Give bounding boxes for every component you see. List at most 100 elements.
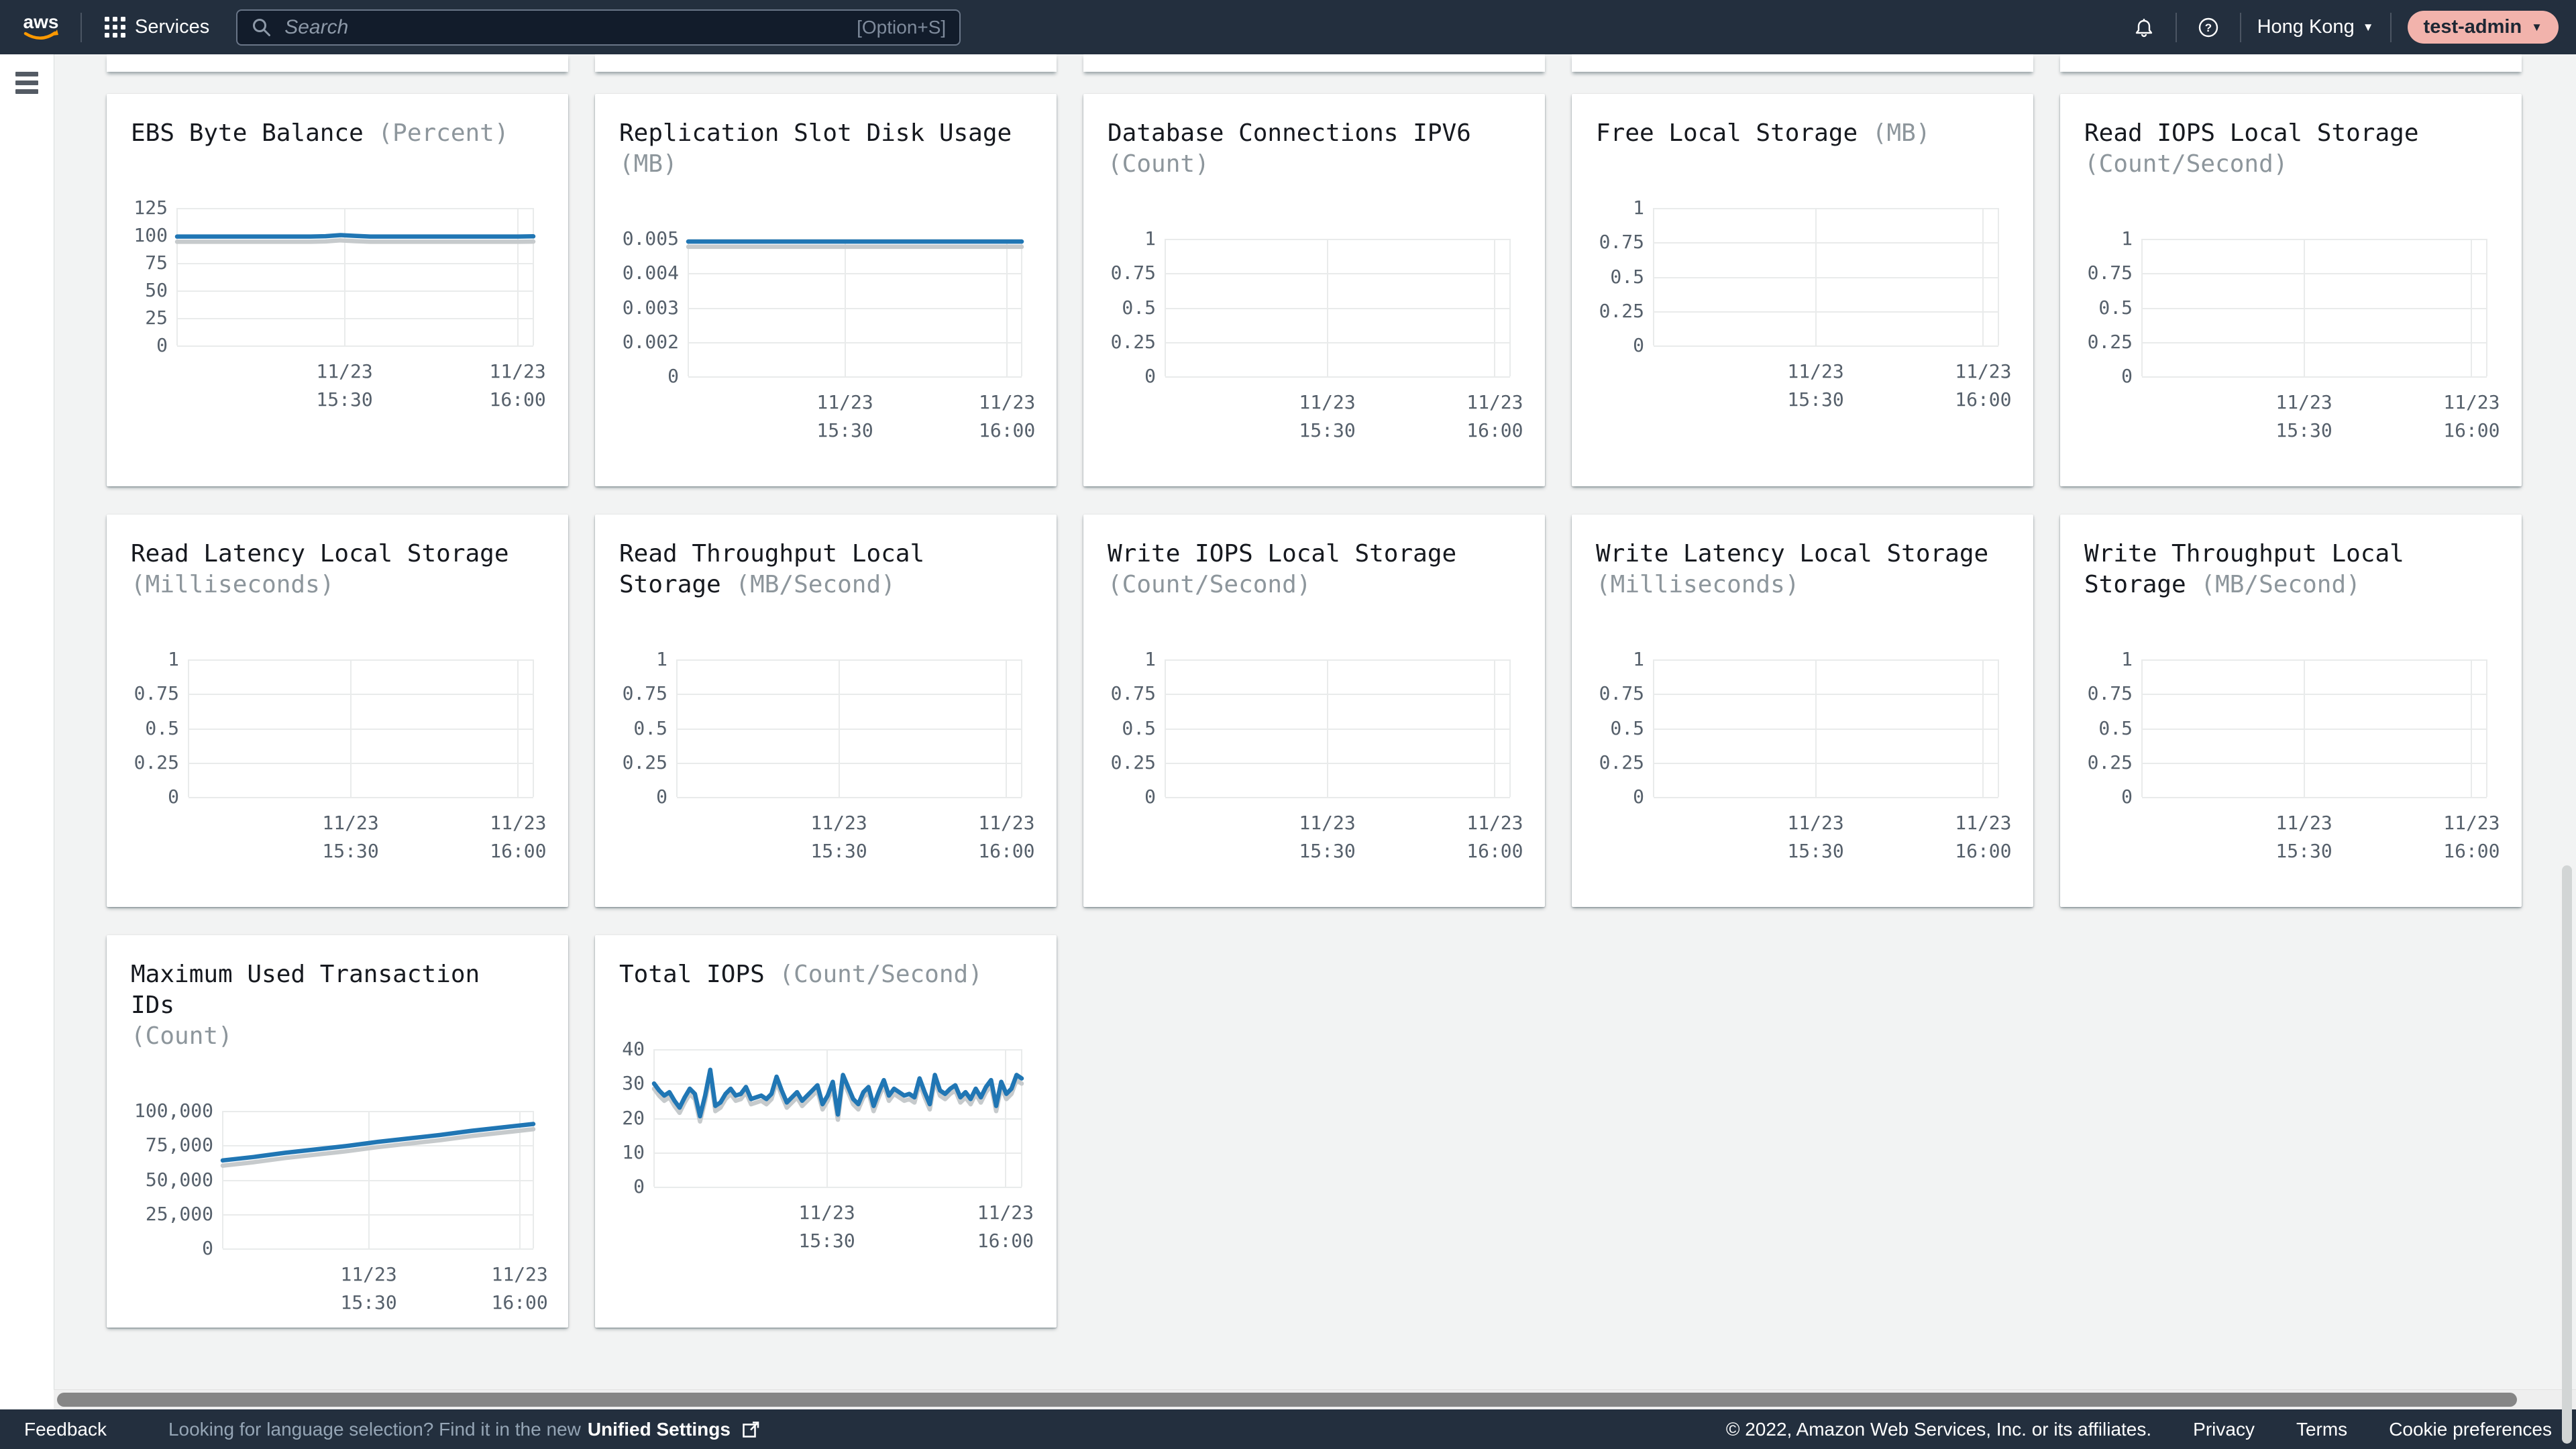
chart-line-svg (654, 1049, 1022, 1187)
vertical-scrollbar-thumb[interactable] (2562, 865, 2572, 1444)
partial-metric-card[interactable] (595, 54, 1057, 72)
metric-card[interactable]: Replication Slot Disk Usage(MB)0.0050.00… (595, 94, 1057, 486)
plot-area[interactable]: 11/2315:3011/2316:00 (688, 239, 1022, 376)
cookie-preferences-link[interactable]: Cookie preferences (2389, 1419, 2552, 1440)
plot-area[interactable]: 11/2315:3011/2316:00 (223, 1111, 533, 1248)
notifications-button[interactable] (2129, 12, 2159, 43)
chart-line-svg (688, 239, 1022, 376)
chart-area[interactable]: 100,00075,00050,00025,000011/2315:3011/2… (131, 1111, 533, 1248)
y-axis-labels: 403020100 (619, 1049, 654, 1187)
gridline (2142, 239, 2487, 240)
gridline (2142, 763, 2487, 764)
plot-area[interactable]: 11/2315:3011/2316:00 (189, 659, 533, 797)
chart-area[interactable]: 10.750.50.25011/2315:3011/2316:00 (1596, 208, 1998, 345)
global-search-box[interactable]: [Option+S] (236, 9, 961, 46)
x-tick-label: 11/2316:00 (2443, 388, 2500, 445)
chart-area[interactable]: 125100755025011/2315:3011/2316:00 (131, 208, 533, 345)
help-button[interactable]: ? (2193, 12, 2224, 43)
horizontal-scrollbar (54, 1389, 2576, 1409)
metric-card[interactable]: Write Throughput LocalStorage (MB/Second… (2060, 515, 2522, 907)
open-menu-button[interactable] (15, 72, 38, 94)
x-tick-label: 11/2316:00 (1955, 809, 2011, 865)
partial-metric-card[interactable] (107, 54, 568, 72)
metric-card[interactable]: Free Local Storage (MB) 10.750.50.25011/2… (1572, 94, 2033, 486)
chevron-down-icon: ▼ (2363, 21, 2374, 33)
y-tick-label: 0.25 (623, 753, 667, 772)
search-icon (251, 17, 272, 38)
unified-settings-link[interactable]: Unified Settings (588, 1419, 731, 1440)
terms-link[interactable]: Terms (2296, 1419, 2347, 1440)
svg-text:?: ? (2204, 21, 2211, 34)
y-tick-label: 0.5 (633, 719, 667, 738)
chart-title: Free Local Storage (MB) (1596, 118, 1998, 149)
partial-metric-card[interactable] (1083, 54, 1545, 72)
metric-card[interactable]: EBS Byte Balance (Percent)12510075502501… (107, 94, 568, 486)
plot-area[interactable]: 11/2315:3011/2316:00 (2142, 239, 2487, 376)
y-tick-label: 0.25 (2088, 753, 2133, 772)
chart-area[interactable]: 10.750.50.25011/2315:3011/2316:00 (2084, 659, 2487, 797)
chart-title: Read Latency Local Storage(Milliseconds) (131, 539, 533, 600)
feedback-link[interactable]: Feedback (24, 1419, 107, 1440)
plot-area[interactable]: 11/2315:3011/2316:00 (2142, 659, 2487, 797)
x-tick-label: 11/2316:00 (978, 809, 1034, 865)
plot-area[interactable]: 11/2315:3011/2316:00 (1654, 659, 1998, 797)
metric-card[interactable]: Total IOPS (Count/Second) 40302010011/231… (595, 935, 1057, 1328)
y-tick-label: 0.5 (2098, 299, 2133, 317)
x-tick-label: 11/2315:30 (1787, 358, 1843, 414)
horizontal-scrollbar-thumb[interactable] (57, 1393, 2517, 1407)
y-tick-label: 30 (622, 1074, 645, 1093)
aws-logo[interactable]: aws (17, 12, 64, 43)
topbar-divider (80, 13, 82, 42)
username-label: test-admin (2424, 16, 2522, 38)
plot-area[interactable]: 11/2315:3011/2316:00 (1165, 659, 1510, 797)
y-axis-labels: 10.750.50.250 (131, 659, 189, 797)
chart-title: Write Throughput LocalStorage (MB/Second… (2084, 539, 2487, 600)
metric-card[interactable]: Write Latency Local Storage(Milliseconds… (1572, 515, 2033, 907)
privacy-link[interactable]: Privacy (2193, 1419, 2255, 1440)
gridline (1654, 208, 1998, 209)
chart-title: Write IOPS Local Storage(Count/Second) (1108, 539, 1510, 600)
plot-area[interactable]: 11/2315:3011/2316:00 (1654, 208, 1998, 345)
search-input[interactable] (283, 15, 857, 40)
region-selector[interactable]: Hong Kong ▼ (2257, 16, 2374, 38)
metric-card[interactable]: Read Latency Local Storage(Milliseconds)… (107, 515, 568, 907)
metric-card[interactable]: Read Throughput LocalStorage (MB/Second)… (595, 515, 1057, 907)
chart-area[interactable]: 10.750.50.25011/2315:3011/2316:00 (619, 659, 1022, 797)
metric-card[interactable]: Database Connections IPV6(Count)10.750.5… (1083, 94, 1545, 486)
gridline (677, 729, 1022, 730)
chart-area[interactable]: 40302010011/2315:3011/2316:00 (619, 1049, 1022, 1187)
gridline (189, 694, 533, 695)
y-tick-label: 100,000 (134, 1102, 213, 1120)
gridline (2142, 376, 2487, 378)
gridline (1998, 659, 1999, 797)
y-tick-label: 1 (1633, 650, 1644, 669)
x-tick-label: 11/2316:00 (1466, 809, 1523, 865)
metric-card[interactable]: Maximum Used Transaction IDs(Count)100,0… (107, 935, 568, 1328)
partial-metric-card[interactable] (1572, 54, 2033, 72)
chart-area[interactable]: 10.750.50.25011/2315:3011/2316:00 (1108, 659, 1510, 797)
gridline (1021, 659, 1022, 797)
plot-area[interactable]: 11/2315:3011/2316:00 (177, 208, 533, 345)
hamburger-icon (15, 89, 38, 94)
services-menu-button[interactable]: Services (98, 11, 216, 44)
chart-area[interactable]: 0.0050.0040.0030.002011/2315:3011/2316:0… (619, 239, 1022, 376)
metric-card[interactable]: Write IOPS Local Storage(Count/Second) 10… (1083, 515, 1545, 907)
y-tick-label: 10 (622, 1143, 645, 1162)
y-tick-label: 50 (145, 281, 168, 300)
chart-area[interactable]: 10.750.50.25011/2315:3011/2316:00 (2084, 239, 2487, 376)
chart-area[interactable]: 10.750.50.25011/2315:3011/2316:00 (131, 659, 533, 797)
y-tick-label: 1 (1144, 650, 1156, 669)
plot-area[interactable]: 11/2315:3011/2316:00 (1165, 239, 1510, 376)
gridline (177, 345, 533, 347)
chart-area[interactable]: 10.750.50.25011/2315:3011/2316:00 (1596, 659, 1998, 797)
y-tick-label: 0 (1144, 367, 1156, 386)
chart-title: Total IOPS (Count/Second) (619, 959, 1022, 990)
metric-card[interactable]: Read IOPS Local Storage(Count/Second)10.… (2060, 94, 2522, 486)
chart-area[interactable]: 10.750.50.25011/2315:3011/2316:00 (1108, 239, 1510, 376)
gridline (2142, 729, 2487, 730)
plot-area[interactable]: 11/2315:3011/2316:00 (677, 659, 1022, 797)
plot-area[interactable]: 11/2315:3011/2316:00 (654, 1049, 1022, 1187)
gridline (1165, 659, 1166, 797)
user-menu-button[interactable]: test-admin ▼ (2408, 11, 2559, 44)
partial-metric-card[interactable] (2060, 54, 2522, 72)
